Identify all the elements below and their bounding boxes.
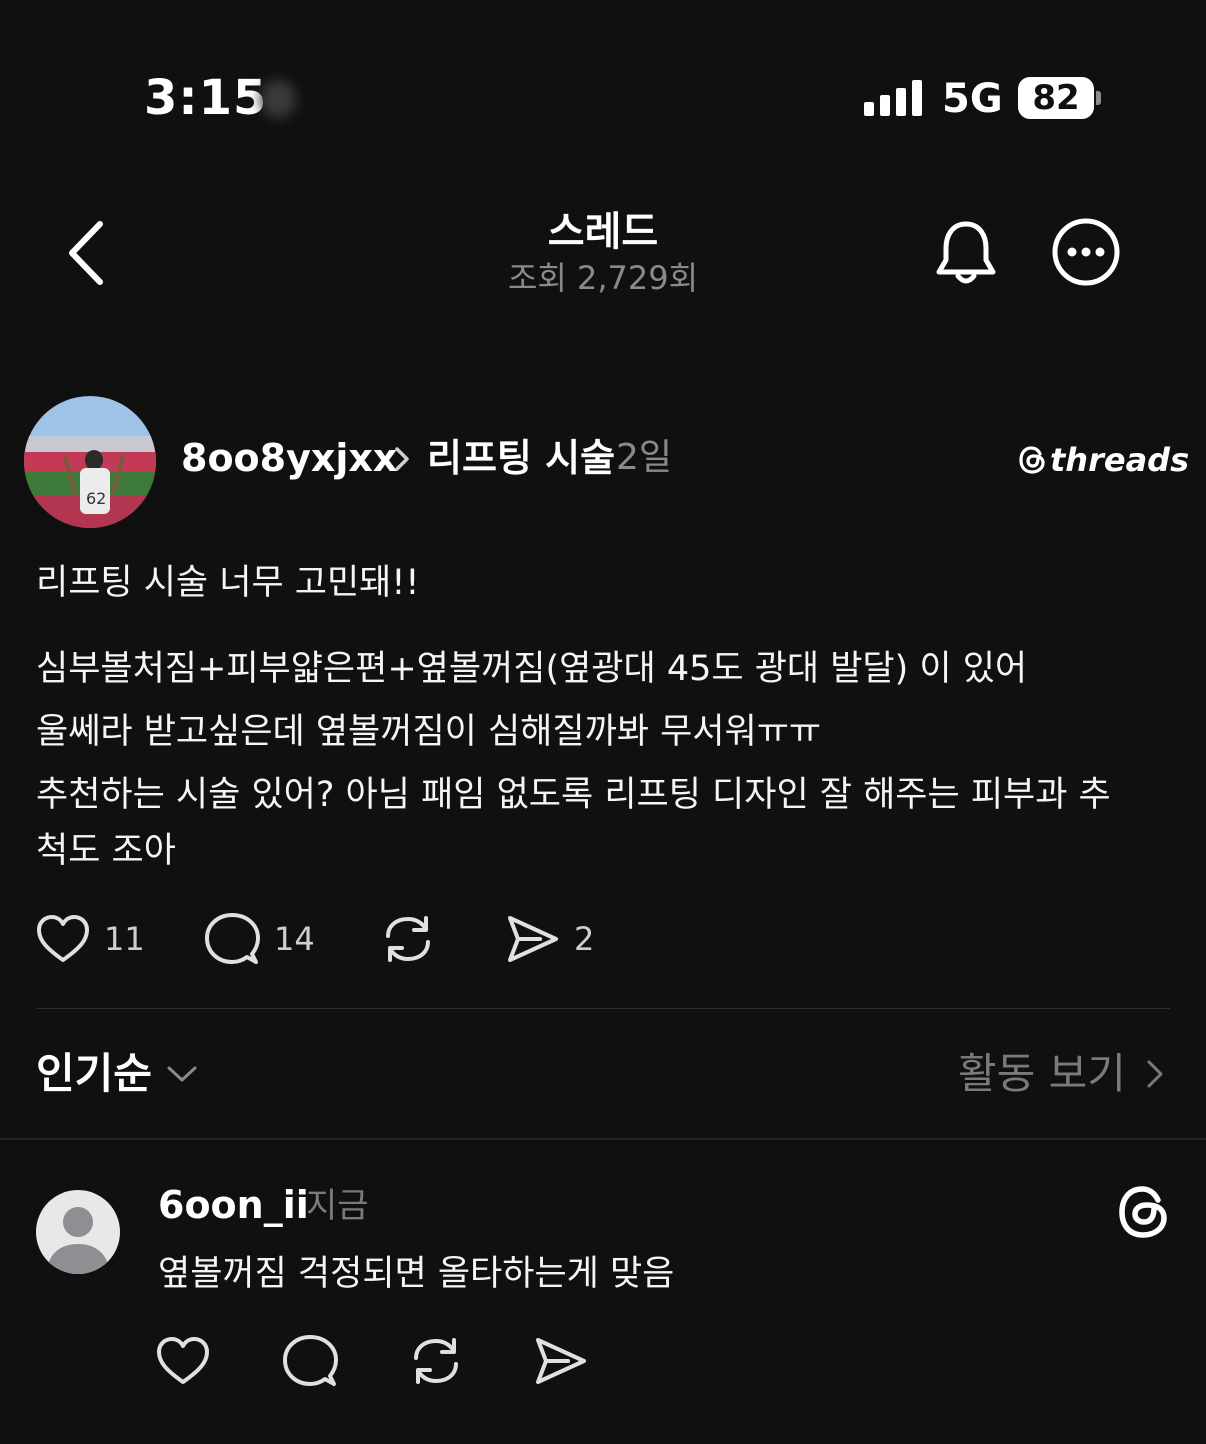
post-text-line: 추천하는 시술 있어? 아님 패임 없도록 리프팅 디자인 잘 해주는 피부과 … — [36, 775, 1111, 815]
battery-tip — [1096, 91, 1101, 105]
author-avatar[interactable]: 62 — [24, 396, 156, 528]
share-button[interactable]: 2 — [506, 914, 594, 964]
comment-icon — [205, 913, 260, 964]
comment-icon — [283, 1335, 338, 1386]
reply-like-button[interactable] — [156, 1336, 210, 1386]
reply-time: 지금 — [306, 1186, 369, 1226]
more-horizontal-icon — [1052, 218, 1120, 286]
threads-brand: threads — [1018, 440, 1189, 480]
send-icon — [536, 1338, 586, 1384]
status-indicator-blurred — [260, 80, 296, 118]
chevron-left-icon — [69, 221, 103, 285]
repost-button[interactable] — [380, 912, 436, 966]
repost-icon — [414, 1338, 458, 1384]
reply-comment-button[interactable] — [282, 1334, 338, 1388]
page-title: 스레드 — [547, 209, 659, 255]
back-button[interactable] — [62, 220, 112, 286]
send-icon — [508, 916, 558, 962]
heart-icon — [157, 1337, 209, 1384]
post-text-line: 울쎄라 받고싶은데 옆볼꺼짐이 심해질까봐 무서워ㅠㅠ — [36, 712, 822, 752]
chevron-down-icon — [167, 1066, 197, 1082]
default-user-icon — [46, 1207, 110, 1274]
signal-icon — [864, 80, 924, 116]
divider — [36, 1008, 1170, 1009]
threads-icon — [1116, 1184, 1170, 1240]
notification-button[interactable] — [934, 218, 998, 288]
section-divider — [0, 1138, 1206, 1140]
sort-dropdown[interactable]: 인기순 — [36, 1046, 198, 1102]
post-text-line: 심부볼처짐+피부얇은편+옆볼꺼짐(옆광대 45도 광대 발달) 이 있어 — [36, 649, 1028, 689]
heart-icon — [37, 915, 89, 962]
post-age: 2일 — [616, 437, 673, 478]
reply-avatar[interactable] — [36, 1190, 120, 1274]
topic-tag[interactable]: 리프팅 시술 — [427, 434, 615, 482]
like-count: 11 — [104, 920, 145, 958]
reply-share-button[interactable] — [534, 1336, 588, 1386]
network-type: 5G — [942, 76, 1003, 122]
like-button[interactable]: 11 — [36, 914, 145, 964]
reply-username[interactable]: 6oon_ii — [158, 1180, 309, 1230]
more-options-button[interactable] — [1050, 216, 1122, 288]
bell-icon — [936, 221, 996, 284]
view-activity-link[interactable]: 활동 보기 — [958, 1046, 1164, 1102]
share-count: 2 — [574, 920, 595, 958]
threads-logo-icon — [1019, 446, 1045, 474]
reply-text: 옆볼꺼짐 걱정되면 올타하는게 맞음 — [158, 1254, 675, 1294]
sort-label: 인기순 — [36, 1049, 152, 1098]
battery-level: 82 — [1032, 78, 1080, 118]
chevron-right-icon — [393, 446, 411, 472]
author-avatar-image: 62 — [24, 396, 156, 528]
author-username[interactable]: 8oo8yxjxx — [181, 434, 397, 482]
post-text-line: 척도 조아 — [36, 831, 176, 871]
threads-brand-text: threads — [1050, 441, 1190, 479]
post-text-line: 리프팅 시술 너무 고민돼!! — [36, 563, 420, 603]
comment-count: 14 — [274, 920, 315, 958]
repost-icon — [386, 916, 430, 962]
view-count: 조회 2,729회 — [507, 259, 699, 297]
activity-label: 활동 보기 — [958, 1049, 1126, 1098]
svg-text:62: 62 — [86, 489, 106, 508]
chevron-right-icon — [1147, 1060, 1163, 1088]
comment-button[interactable]: 14 — [204, 912, 315, 966]
reply-repost-button[interactable] — [408, 1334, 464, 1388]
status-time: 3:15 — [144, 70, 268, 126]
